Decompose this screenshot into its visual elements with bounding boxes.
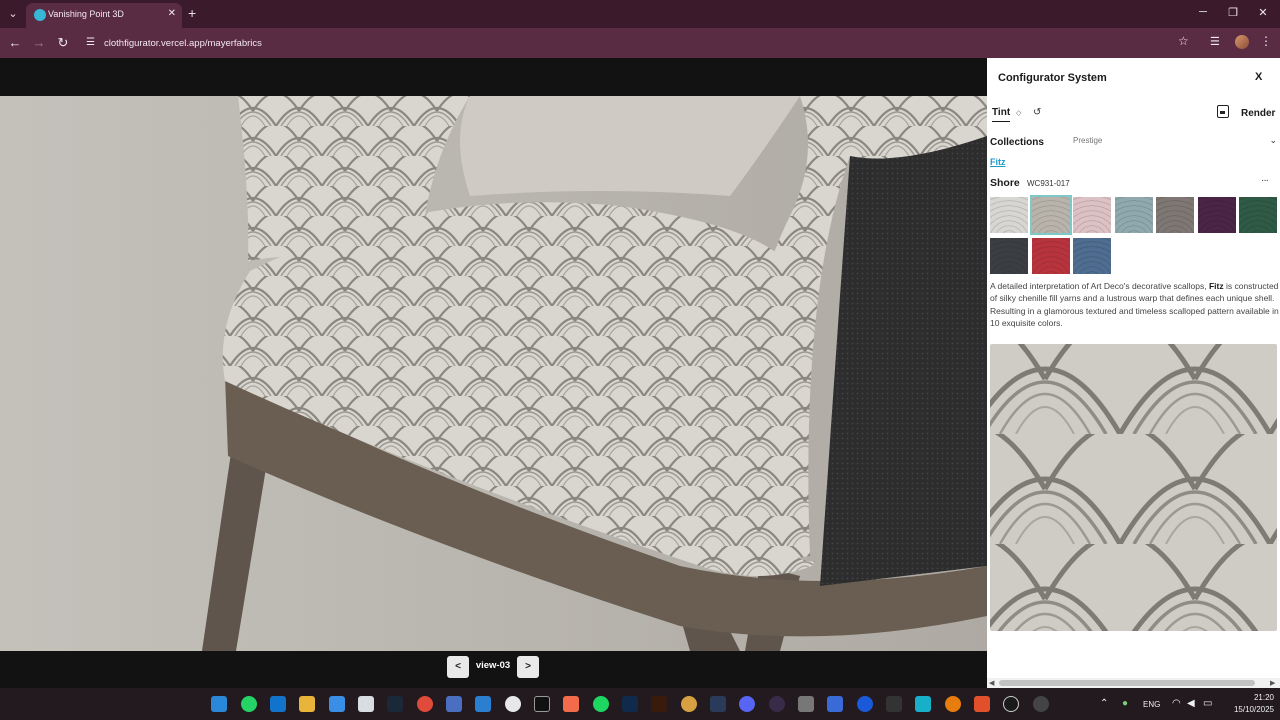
bookmark-star-icon[interactable]: ☆: [1178, 34, 1189, 48]
next-view-button[interactable]: >: [517, 656, 539, 678]
teal-app-icon[interactable]: [915, 696, 931, 712]
browser-tab-bar: ⌄ Vanishing Point 3D ✕ + ─ ❐ ✕: [0, 0, 1280, 28]
fabric-swatch-preview-image: [990, 344, 1277, 631]
photoshop-icon[interactable]: [622, 696, 638, 712]
chair-render-image[interactable]: [0, 96, 987, 651]
houdini-icon[interactable]: [974, 696, 990, 712]
view-label: view-03: [475, 660, 511, 671]
reset-icon[interactable]: ↺: [1033, 107, 1041, 118]
3d-app-icon[interactable]: [798, 696, 814, 712]
panel-title: Configurator System: [998, 72, 1107, 84]
color-swatch[interactable]: [990, 238, 1028, 274]
volume-icon[interactable]: ◀: [1187, 698, 1195, 709]
more-options-icon[interactable]: ···: [1261, 175, 1269, 186]
outlook-icon[interactable]: [270, 696, 286, 712]
windows-start-icon[interactable]: [211, 696, 227, 712]
color-swatch[interactable]: [990, 197, 1028, 233]
capcut-icon[interactable]: [534, 696, 550, 712]
window-close-button[interactable]: ✕: [1253, 6, 1273, 19]
site-info-icon[interactable]: ☰: [86, 37, 98, 49]
steam-icon[interactable]: [387, 696, 403, 712]
horizontal-scrollbar[interactable]: ◀ ▶: [987, 678, 1280, 688]
clock-date[interactable]: 15/10/2025: [1224, 705, 1274, 714]
scroll-left-arrow-icon[interactable]: ◀: [989, 679, 994, 687]
bluestacks-icon[interactable]: [827, 696, 843, 712]
browser-tab-active[interactable]: Vanishing Point 3D ✕: [26, 3, 182, 28]
whatsapp-icon[interactable]: [241, 696, 257, 712]
panel-close-button[interactable]: X: [1255, 71, 1262, 83]
configurator-panel: Configurator System X Tint ◇ ↺ Render Co…: [987, 58, 1280, 688]
taskbar: ⌃ ● ENG ◠ ◀ ▭ 21:20 15/10/2025: [0, 688, 1280, 720]
color-swatch[interactable]: [1031, 238, 1070, 274]
battery-icon[interactable]: ▭: [1203, 698, 1212, 709]
language-indicator[interactable]: ENG: [1143, 700, 1160, 709]
illustrator-icon[interactable]: [651, 696, 667, 712]
color-swatch[interactable]: [1073, 238, 1111, 274]
tab-close-icon[interactable]: ✕: [168, 8, 176, 19]
microphone-icon[interactable]: ●: [1122, 698, 1128, 709]
file-explorer-icon[interactable]: [299, 696, 315, 712]
color-swatch[interactable]: [1239, 197, 1277, 233]
maximize-button[interactable]: ❐: [1223, 6, 1243, 19]
render-icon[interactable]: [1217, 105, 1229, 118]
media-control-icon[interactable]: ☰: [1210, 35, 1220, 48]
tab-title: Vanishing Point 3D: [48, 9, 124, 19]
tray-overflow-chevron-icon[interactable]: ⌃: [1100, 698, 1108, 709]
scroll-right-arrow-icon[interactable]: ▶: [1270, 679, 1275, 687]
spotify-icon[interactable]: [593, 696, 609, 712]
minimize-button[interactable]: ─: [1193, 6, 1213, 18]
snipping-tool-icon[interactable]: [358, 696, 374, 712]
render-button[interactable]: Render: [1241, 108, 1275, 119]
color-swatch[interactable]: [1029, 195, 1072, 235]
collections-select[interactable]: Prestige ⌄: [1073, 135, 1277, 150]
url-field[interactable]: ☰ clothfigurator.vercel.app/mayerfabrics: [80, 32, 1200, 54]
wifi-icon[interactable]: ◠: [1172, 698, 1181, 709]
tint-sort-icon[interactable]: ◇: [1016, 109, 1021, 117]
color-swatch[interactable]: [1156, 197, 1194, 233]
reload-icon[interactable]: ↻: [54, 35, 72, 51]
collections-label: Collections: [990, 137, 1044, 148]
vscode-icon[interactable]: [475, 696, 491, 712]
tint-tab[interactable]: Tint: [992, 107, 1011, 122]
globe-app-icon[interactable]: [681, 696, 697, 712]
discord-icon[interactable]: [739, 696, 755, 712]
viewport-top-bar: [0, 58, 987, 96]
back-arrow-icon[interactable]: ←: [6, 35, 24, 50]
profile-avatar[interactable]: [1235, 35, 1249, 49]
tab-search-chevron-icon[interactable]: ⌄: [4, 5, 22, 23]
3d-viewport[interactable]: < view-03 >: [0, 58, 987, 688]
description-text: A detailed interpretation of Art Deco's …: [990, 281, 1209, 291]
scrollbar-thumb[interactable]: [999, 680, 1255, 686]
color-swatch[interactable]: [1114, 197, 1153, 233]
new-tab-plus-icon[interactable]: +: [188, 5, 196, 21]
translator-icon[interactable]: [446, 696, 462, 712]
clock-time[interactable]: 21:20: [1238, 693, 1274, 702]
browser-menu-icon[interactable]: ⋮: [1260, 34, 1272, 48]
github-icon[interactable]: [769, 696, 785, 712]
color-name: Shore: [990, 177, 1020, 189]
forward-arrow-icon[interactable]: →: [30, 35, 48, 50]
app-with-badge-icon[interactable]: [1033, 696, 1049, 712]
unreal-engine-icon[interactable]: [1003, 696, 1019, 712]
color-swatch[interactable]: [1197, 197, 1236, 233]
notepad-icon[interactable]: [329, 696, 345, 712]
chevron-down-icon: ⌄: [1269, 135, 1277, 145]
curseforge-icon[interactable]: [857, 696, 873, 712]
color-swatch[interactable]: [1073, 197, 1111, 233]
description-fabric-name: Fitz: [1208, 281, 1224, 291]
url-text[interactable]: clothfigurator.vercel.app/mayerfabrics: [104, 38, 262, 49]
chrome-icon[interactable]: [417, 696, 433, 712]
settings-app-icon[interactable]: [710, 696, 726, 712]
fabric-description: A detailed interpretation of Art Deco's …: [990, 280, 1279, 330]
site-favicon-icon: [34, 9, 46, 21]
color-code: WC931-017: [1027, 179, 1070, 188]
fabric-name-link[interactable]: Fitz: [990, 157, 1006, 167]
address-toolbar: ← → ↻ ☰ clothfigurator.vercel.app/mayerf…: [0, 28, 1280, 58]
blender-icon[interactable]: [945, 696, 961, 712]
asana-icon[interactable]: [563, 696, 579, 712]
prev-view-button[interactable]: <: [447, 656, 469, 678]
dev-tool-icon[interactable]: [886, 696, 902, 712]
collections-selected-value: Prestige: [1073, 136, 1103, 145]
obs-icon[interactable]: [505, 696, 521, 712]
